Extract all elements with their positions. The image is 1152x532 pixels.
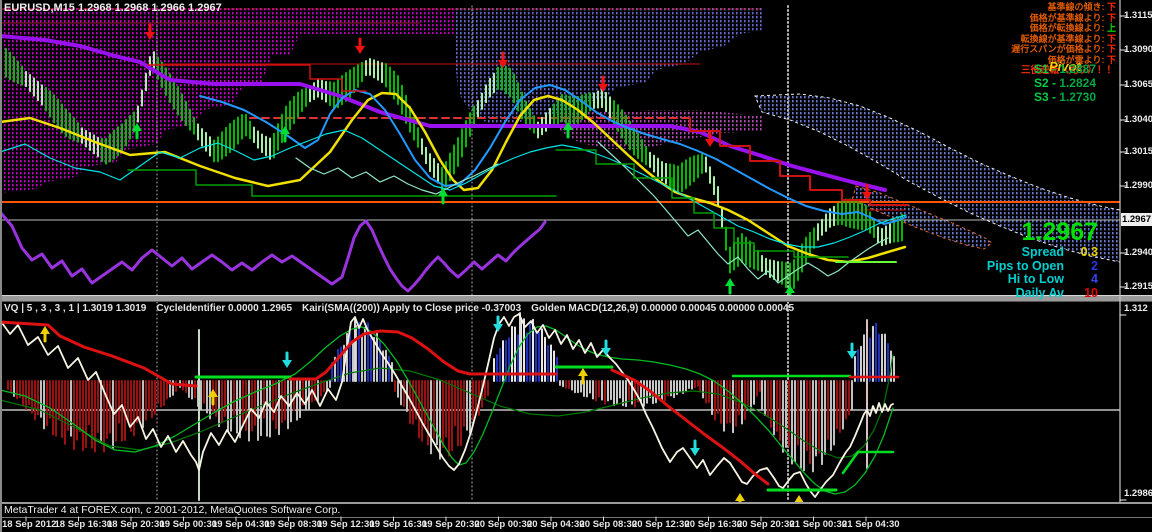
ichimoku-status-value: 下 bbox=[1107, 2, 1116, 12]
pivot-name: S1 - bbox=[1034, 62, 1059, 76]
quote-row-value: 2 bbox=[1064, 260, 1098, 274]
mt4-chart-window: EURUSD,M15 1.2968 1.2968 1.2966 1.2967 基… bbox=[0, 0, 1152, 532]
quote-row: Daily Av10 bbox=[987, 287, 1098, 301]
current-price-tag: 1.2967 bbox=[1121, 213, 1152, 226]
pivot-levels: S1 - 1.2887S2 - 1.2824S3 - 1.2730 bbox=[1034, 62, 1096, 104]
time-axis-label: 20 Sep 20:30 bbox=[737, 519, 795, 530]
ichimoku-status-value: 下 bbox=[1107, 44, 1116, 54]
time-axis-label: 21 Sep 00:30 bbox=[790, 519, 848, 530]
quote-row-value: 10 bbox=[1064, 287, 1098, 301]
pivot-level-row: S1 - 1.2887 bbox=[1034, 62, 1096, 76]
time-axis-label: 20 Sep 00:30 bbox=[475, 519, 533, 530]
price-axis-label: 1.3015 bbox=[1124, 146, 1152, 157]
time-axis-label: 19 Sep 04:30 bbox=[212, 519, 270, 530]
time-axis-label: 19 Sep 00:30 bbox=[160, 519, 218, 530]
quote-row-label: Hi to Low bbox=[1008, 273, 1064, 287]
indicator-header-segment: Kairi(SMA((200)) Apply to Close price -0… bbox=[302, 303, 521, 314]
price-axis-label: 1.3040 bbox=[1124, 114, 1152, 125]
time-axis-label: 20 Sep 08:30 bbox=[580, 519, 638, 530]
time-axis-label: 18 Sep 20:30 bbox=[107, 519, 165, 530]
price-axis-label: 1.2915 bbox=[1124, 281, 1152, 292]
quote-row-value: 4 bbox=[1064, 273, 1098, 287]
pivot-level-row: S3 - 1.2730 bbox=[1034, 90, 1096, 104]
indicator-header-segment: Golden MACD(12,26,9) 0.00000 0.00045 0.0… bbox=[531, 303, 794, 314]
quote-row: Spread0.3 bbox=[987, 246, 1098, 260]
pivot-value: 1.2730 bbox=[1059, 90, 1096, 104]
ichimoku-status-label: 価格が基準線より: bbox=[1030, 13, 1107, 23]
ichimoku-status-label: 基準線の傾き: bbox=[1047, 2, 1107, 12]
quote-row-label: Pips to Open bbox=[987, 260, 1064, 274]
quote-row: Pips to Open2 bbox=[987, 260, 1098, 274]
status-bar-text: MetaTrader 4 at FOREX.com, c 2001-2012, … bbox=[4, 504, 340, 516]
time-axis-label: 19 Sep 16:30 bbox=[370, 519, 428, 530]
current-price: 1.2967 bbox=[987, 221, 1098, 243]
ichimoku-status-value: 上 bbox=[1107, 23, 1116, 33]
ichimoku-status-value: 下 bbox=[1107, 34, 1116, 44]
price-axis[interactable]: 1.2967 1.3115 1.3090 1.3065 1.3040 1.3015 1.2… bbox=[1121, 0, 1152, 502]
time-axis[interactable]: 18 Sep 201218 Sep 16:3018 Sep 20:3019 Se… bbox=[0, 519, 1152, 532]
price-axis-label: 1.2940 bbox=[1124, 247, 1152, 258]
pivot-name: S2 - bbox=[1034, 76, 1059, 90]
time-axis-label: 19 Sep 12:30 bbox=[317, 519, 375, 530]
ichimoku-status-label: 遅行スパンが価格より: bbox=[1011, 44, 1107, 54]
chart-canvas[interactable] bbox=[0, 0, 1152, 532]
time-axis-label: 20 Sep 16:30 bbox=[685, 519, 743, 530]
quote-row-label: Spread bbox=[1022, 246, 1064, 260]
symbol-ohlc-title: EURUSD,M15 1.2968 1.2968 1.2966 1.2967 bbox=[4, 2, 222, 14]
ichimoku-status-row: 基準線の傾き: 下 bbox=[1047, 2, 1116, 13]
quote-row-value: 0.3 bbox=[1064, 246, 1098, 260]
indicator-header-segment: VQ | 5 , 3 , 3 , 1 | 1.3019 1.3019 bbox=[4, 303, 146, 314]
time-axis-label: 18 Sep 2012 bbox=[2, 519, 56, 530]
price-axis-label: 1.3065 bbox=[1124, 79, 1152, 90]
quote-row-label: Daily Av bbox=[1016, 287, 1064, 301]
ichimoku-status-row: 価格が基準線より: 下 bbox=[1030, 13, 1116, 24]
quote-row: Hi to Low4 bbox=[987, 273, 1098, 287]
price-axis-label: 1.2990 bbox=[1124, 180, 1152, 191]
price-axis-label: 1.3090 bbox=[1124, 44, 1152, 55]
pivot-name: S3 - bbox=[1034, 90, 1059, 104]
price-axis-label: 1.3115 bbox=[1124, 10, 1152, 21]
time-axis-label: 19 Sep 08:30 bbox=[265, 519, 323, 530]
ichimoku-status-row: 遅行スパンが価格より: 下 bbox=[1011, 44, 1116, 55]
ichimoku-status-value: 下 bbox=[1107, 55, 1116, 65]
time-axis-label: 19 Sep 20:30 bbox=[422, 519, 480, 530]
ichimoku-status-label: 価格が転換線より: bbox=[1030, 23, 1107, 33]
pivot-value: 1.2824 bbox=[1059, 76, 1096, 90]
ichimoku-status-row: 価格が転換線より: 上 bbox=[1030, 23, 1116, 34]
ichimoku-status-label: 転換線が基準線より: bbox=[1021, 34, 1107, 44]
time-axis-label: 20 Sep 12:30 bbox=[632, 519, 690, 530]
time-axis-label: 20 Sep 04:30 bbox=[527, 519, 585, 530]
ichimoku-status-value: 下 bbox=[1107, 13, 1116, 23]
indicator-header-segment: CycleIdentifier 0.0000 1.2965 bbox=[156, 303, 292, 314]
pivot-value: 1.2887 bbox=[1059, 62, 1096, 76]
time-axis-label: 18 Sep 16:30 bbox=[55, 519, 113, 530]
price-axis-label: 1.312 bbox=[1124, 303, 1148, 314]
indicator-values-header: VQ | 5 , 3 , 3 , 1 | 1.3019 1.3019 CycleI… bbox=[4, 303, 804, 314]
time-axis-label: 21 Sep 04:30 bbox=[842, 519, 900, 530]
pivot-level-row: S2 - 1.2824 bbox=[1034, 76, 1096, 90]
ichimoku-status-row: 転換線が基準線より: 下 bbox=[1021, 34, 1116, 45]
price-axis-label: 1.2986 bbox=[1124, 488, 1152, 499]
quote-info-box: 1.2967 Spread0.3Pips to Open2Hi to Low4D… bbox=[987, 221, 1098, 300]
